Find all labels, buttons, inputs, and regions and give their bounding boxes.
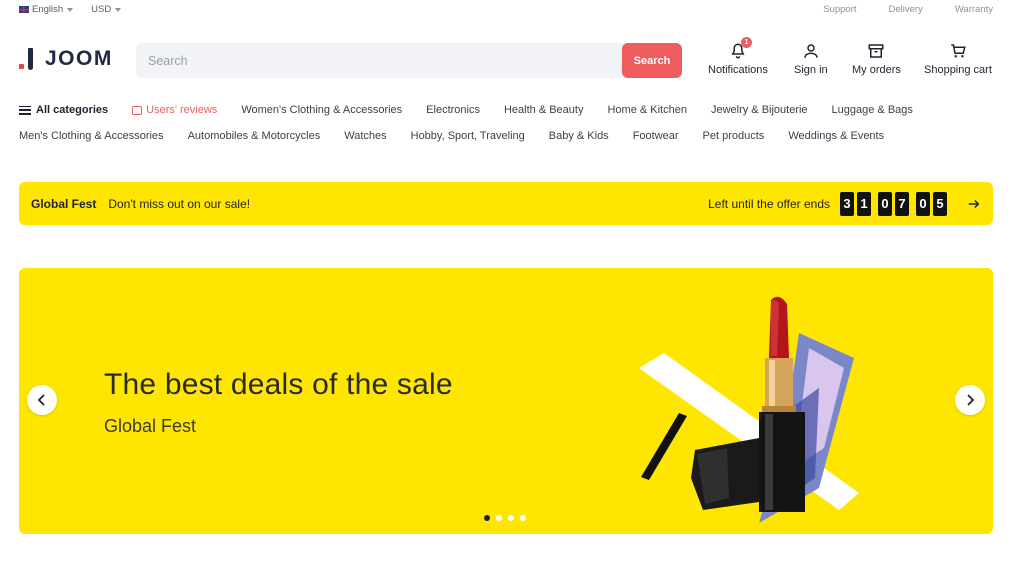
countdown-digit: 0 [916,191,930,216]
sign-in-button[interactable]: Sign in [794,42,828,76]
carousel-dot[interactable] [484,515,490,521]
arrow-right-icon [968,199,980,208]
top-utility-bar: English USD Support Delivery Warranty [0,0,1024,20]
category-link[interactable]: Weddings & Events [788,130,884,142]
carousel-dot[interactable] [508,515,514,521]
users-reviews-link[interactable]: Users' reviews [132,104,217,116]
countdown-timer: 3 1 0 7 0 5 [840,191,947,216]
logo-mark-icon [19,48,33,70]
countdown-digit: 0 [878,191,892,216]
notification-badge: 1 [740,37,752,48]
currency-label: USD [91,4,112,15]
category-link[interactable]: Footwear [633,130,679,142]
countdown-digit: 1 [857,191,871,216]
uk-flag-icon [19,6,29,13]
logo-text: JOOM [45,47,113,70]
header-actions: 1 Notifications Sign in My orders Shoppi… [700,37,1000,82]
category-link[interactable]: Hobby, Sport, Traveling [411,130,525,142]
promo-title: Global Fest [31,196,97,211]
hero-carousel[interactable]: The best deals of the sale Global Fest [19,268,993,534]
countdown-digit: 7 [895,191,909,216]
category-link[interactable]: Pet products [703,130,765,142]
category-nav-row-2: Men's Clothing & Accessories Automobiles… [19,130,908,142]
chevron-down-icon [67,7,74,12]
lipstick-illustration [639,296,859,523]
notifications-button[interactable]: 1 Notifications [708,37,768,76]
box-icon [868,44,884,58]
support-link[interactable]: Support [823,4,856,15]
joom-logo[interactable]: JOOM [19,47,113,71]
delivery-link[interactable]: Delivery [889,4,923,15]
chevron-down-icon [115,7,122,12]
menu-icon [19,105,31,115]
my-orders-label: My orders [852,64,901,76]
language-label: English [32,4,64,15]
carousel-next-button[interactable] [955,385,985,415]
currency-selector[interactable]: USD [91,4,122,15]
sale-countdown-banner[interactable]: Global Fest Don't miss out on our sale! … [19,182,993,225]
notifications-label: Notifications [708,64,768,76]
promo-message: Don't miss out on our sale! [108,196,251,211]
category-link[interactable]: Home & Kitchen [607,104,686,116]
category-nav-row-1: All categories Users' reviews Women's Cl… [19,104,937,116]
countdown-digit: 5 [933,191,947,216]
search-input[interactable] [136,43,606,78]
shopping-cart-label: Shopping cart [924,64,992,76]
shopping-bag-icon [132,105,143,115]
carousel-dots [484,515,526,521]
users-reviews-label: Users' reviews [146,104,218,116]
chevron-left-icon [37,394,45,406]
countdown-label: Left until the offer ends [708,196,830,211]
my-orders-button[interactable]: My orders [852,42,901,76]
search-button[interactable]: Search [622,43,682,78]
shopping-cart-button[interactable]: Shopping cart [924,42,992,76]
category-link[interactable]: Watches [344,130,386,142]
countdown-digit: 3 [840,191,854,216]
sign-in-label: Sign in [794,64,828,76]
category-link[interactable]: Jewelry & Bijouterie [711,104,808,116]
all-categories-button[interactable]: All categories [19,104,108,116]
carousel-dot[interactable] [496,515,502,521]
cart-icon [951,44,966,58]
category-link[interactable]: Men's Clothing & Accessories [19,130,164,142]
category-link[interactable]: Automobiles & Motorcycles [188,130,321,142]
carousel-prev-button[interactable] [27,385,57,415]
hero-title: The best deals of the sale [104,368,453,401]
warranty-link[interactable]: Warranty [955,4,993,15]
all-categories-label: All categories [36,104,109,116]
language-selector[interactable]: English [19,4,74,15]
category-link[interactable]: Luggage & Bags [832,104,913,116]
category-link[interactable]: Electronics [426,104,480,116]
category-link[interactable]: Baby & Kids [549,130,609,142]
hero-subtitle: Global Fest [104,416,197,436]
chevron-right-icon [967,394,975,406]
carousel-dot[interactable] [520,515,526,521]
category-link[interactable]: Health & Beauty [504,104,584,116]
category-link[interactable]: Women's Clothing & Accessories [241,104,402,116]
user-icon [804,44,818,58]
search-bar: Search [136,43,682,78]
